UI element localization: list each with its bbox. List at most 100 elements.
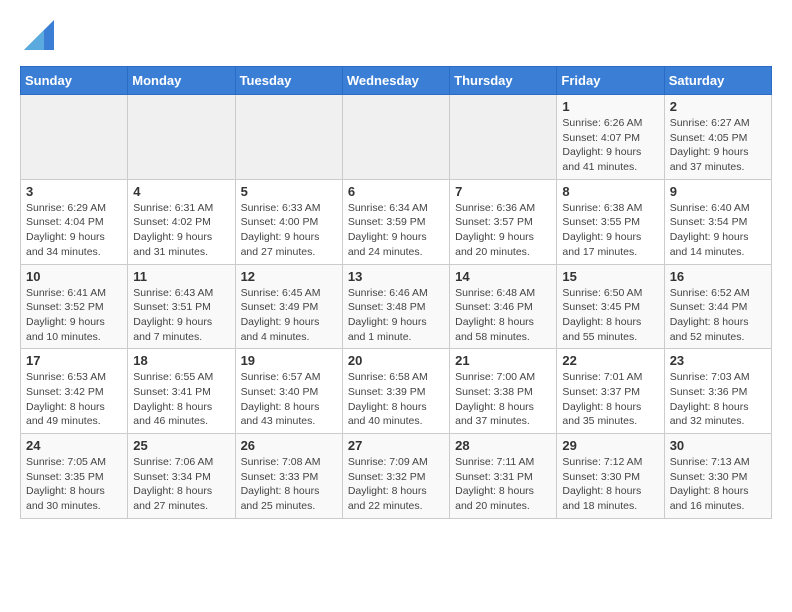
day-info: Sunrise: 6:41 AM Sunset: 3:52 PM Dayligh… (26, 286, 122, 345)
day-info: Sunrise: 7:03 AM Sunset: 3:36 PM Dayligh… (670, 370, 766, 429)
day-number: 3 (26, 184, 122, 199)
calendar-cell: 11 Sunrise: 6:43 AM Sunset: 3:51 PM Dayli… (128, 264, 235, 349)
day-number: 19 (241, 353, 337, 368)
calendar-cell: 22 Sunrise: 7:01 AM Sunset: 3:37 PM Dayli… (557, 349, 664, 434)
day-info: Sunrise: 7:11 AM Sunset: 3:31 PM Dayligh… (455, 455, 551, 514)
day-info: Sunrise: 7:08 AM Sunset: 3:33 PM Dayligh… (241, 455, 337, 514)
day-number: 15 (562, 269, 658, 284)
day-number: 29 (562, 438, 658, 453)
day-number: 21 (455, 353, 551, 368)
day-number: 4 (133, 184, 229, 199)
calendar-cell: 4 Sunrise: 6:31 AM Sunset: 4:02 PM Daylig… (128, 179, 235, 264)
day-number: 27 (348, 438, 444, 453)
calendar-cell: 24Sunrise: 7:05 AM Sunset: 3:35 PM Dayli… (21, 434, 128, 519)
day-number: 11 (133, 269, 229, 284)
day-info: Sunrise: 6:36 AM Sunset: 3:57 PM Dayligh… (455, 201, 551, 260)
day-header-wednesday: Wednesday (342, 67, 449, 95)
calendar-cell: 8 Sunrise: 6:38 AM Sunset: 3:55 PM Daylig… (557, 179, 664, 264)
calendar-cell (128, 95, 235, 180)
day-number: 30 (670, 438, 766, 453)
calendar-header: SundayMondayTuesdayWednesdayThursdayFrid… (21, 67, 772, 95)
day-number: 26 (241, 438, 337, 453)
calendar-cell: 2Sunrise: 6:27 AM Sunset: 4:05 PM Daylig… (664, 95, 771, 180)
calendar-cell: 30 Sunrise: 7:13 AM Sunset: 3:30 PM Dayli… (664, 434, 771, 519)
day-number: 22 (562, 353, 658, 368)
calendar-cell: 10Sunrise: 6:41 AM Sunset: 3:52 PM Dayli… (21, 264, 128, 349)
day-header-saturday: Saturday (664, 67, 771, 95)
logo (20, 20, 54, 50)
page-header (20, 20, 772, 50)
day-number: 2 (670, 99, 766, 114)
calendar-cell: 25 Sunrise: 7:06 AM Sunset: 3:34 PM Dayli… (128, 434, 235, 519)
day-number: 23 (670, 353, 766, 368)
day-info: Sunrise: 6:58 AM Sunset: 3:39 PM Dayligh… (348, 370, 444, 429)
calendar-cell: 12 Sunrise: 6:45 AM Sunset: 3:49 PM Dayli… (235, 264, 342, 349)
day-number: 9 (670, 184, 766, 199)
calendar-cell: 7 Sunrise: 6:36 AM Sunset: 3:57 PM Daylig… (450, 179, 557, 264)
day-info: Sunrise: 6:38 AM Sunset: 3:55 PM Dayligh… (562, 201, 658, 260)
day-info: Sunrise: 6:57 AM Sunset: 3:40 PM Dayligh… (241, 370, 337, 429)
calendar-table: SundayMondayTuesdayWednesdayThursdayFrid… (20, 66, 772, 519)
day-info: Sunrise: 6:53 AM Sunset: 3:42 PM Dayligh… (26, 370, 122, 429)
calendar-cell: 9 Sunrise: 6:40 AM Sunset: 3:54 PM Daylig… (664, 179, 771, 264)
calendar-cell: 27 Sunrise: 7:09 AM Sunset: 3:32 PM Dayli… (342, 434, 449, 519)
day-number: 8 (562, 184, 658, 199)
calendar-cell: 1 Sunrise: 6:26 AM Sunset: 4:07 PM Daylig… (557, 95, 664, 180)
day-header-friday: Friday (557, 67, 664, 95)
day-number: 25 (133, 438, 229, 453)
day-info: Sunrise: 6:40 AM Sunset: 3:54 PM Dayligh… (670, 201, 766, 260)
calendar-cell: 26 Sunrise: 7:08 AM Sunset: 3:33 PM Dayli… (235, 434, 342, 519)
day-info: Sunrise: 7:01 AM Sunset: 3:37 PM Dayligh… (562, 370, 658, 429)
calendar-week-1: 1 Sunrise: 6:26 AM Sunset: 4:07 PM Daylig… (21, 95, 772, 180)
day-number: 14 (455, 269, 551, 284)
calendar-week-4: 17 Sunrise: 6:53 AM Sunset: 3:42 PM Dayli… (21, 349, 772, 434)
day-info: Sunrise: 7:05 AM Sunset: 3:35 PM Dayligh… (26, 455, 122, 514)
day-number: 12 (241, 269, 337, 284)
day-number: 18 (133, 353, 229, 368)
calendar-cell: 29 Sunrise: 7:12 AM Sunset: 3:30 PM Dayli… (557, 434, 664, 519)
day-header-monday: Monday (128, 67, 235, 95)
day-header-thursday: Thursday (450, 67, 557, 95)
day-info: Sunrise: 6:48 AM Sunset: 3:46 PM Dayligh… (455, 286, 551, 345)
calendar-cell: 13Sunrise: 6:46 AM Sunset: 3:48 PM Dayli… (342, 264, 449, 349)
calendar-cell: 28 Sunrise: 7:11 AM Sunset: 3:31 PM Dayli… (450, 434, 557, 519)
calendar-cell (342, 95, 449, 180)
calendar-week-3: 10Sunrise: 6:41 AM Sunset: 3:52 PM Dayli… (21, 264, 772, 349)
calendar-cell: 16 Sunrise: 6:52 AM Sunset: 3:44 PM Dayli… (664, 264, 771, 349)
day-info: Sunrise: 6:52 AM Sunset: 3:44 PM Dayligh… (670, 286, 766, 345)
day-number: 20 (348, 353, 444, 368)
day-info: Sunrise: 7:12 AM Sunset: 3:30 PM Dayligh… (562, 455, 658, 514)
day-info: Sunrise: 6:33 AM Sunset: 4:00 PM Dayligh… (241, 201, 337, 260)
day-info: Sunrise: 6:29 AM Sunset: 4:04 PM Dayligh… (26, 201, 122, 260)
day-info: Sunrise: 6:31 AM Sunset: 4:02 PM Dayligh… (133, 201, 229, 260)
day-info: Sunrise: 6:50 AM Sunset: 3:45 PM Dayligh… (562, 286, 658, 345)
calendar-cell: 23 Sunrise: 7:03 AM Sunset: 3:36 PM Dayli… (664, 349, 771, 434)
logo-icon (24, 20, 54, 50)
calendar-cell: 19 Sunrise: 6:57 AM Sunset: 3:40 PM Dayli… (235, 349, 342, 434)
day-number: 6 (348, 184, 444, 199)
day-info: Sunrise: 7:13 AM Sunset: 3:30 PM Dayligh… (670, 455, 766, 514)
day-info: Sunrise: 7:09 AM Sunset: 3:32 PM Dayligh… (348, 455, 444, 514)
day-number: 7 (455, 184, 551, 199)
day-number: 5 (241, 184, 337, 199)
day-number: 17 (26, 353, 122, 368)
calendar-cell: 3 Sunrise: 6:29 AM Sunset: 4:04 PM Daylig… (21, 179, 128, 264)
day-header-sunday: Sunday (21, 67, 128, 95)
day-info: Sunrise: 6:46 AM Sunset: 3:48 PM Dayligh… (348, 286, 444, 345)
day-info: Sunrise: 6:45 AM Sunset: 3:49 PM Dayligh… (241, 286, 337, 345)
day-info: Sunrise: 7:06 AM Sunset: 3:34 PM Dayligh… (133, 455, 229, 514)
day-info: Sunrise: 7:00 AM Sunset: 3:38 PM Dayligh… (455, 370, 551, 429)
calendar-week-5: 24Sunrise: 7:05 AM Sunset: 3:35 PM Dayli… (21, 434, 772, 519)
day-info: Sunrise: 6:43 AM Sunset: 3:51 PM Dayligh… (133, 286, 229, 345)
calendar-cell (450, 95, 557, 180)
day-number: 1 (562, 99, 658, 114)
day-header-tuesday: Tuesday (235, 67, 342, 95)
calendar-cell: 15 Sunrise: 6:50 AM Sunset: 3:45 PM Dayli… (557, 264, 664, 349)
day-number: 16 (670, 269, 766, 284)
day-info: Sunrise: 6:26 AM Sunset: 4:07 PM Dayligh… (562, 116, 658, 175)
day-number: 28 (455, 438, 551, 453)
day-info: Sunrise: 6:55 AM Sunset: 3:41 PM Dayligh… (133, 370, 229, 429)
calendar-week-2: 3 Sunrise: 6:29 AM Sunset: 4:04 PM Daylig… (21, 179, 772, 264)
calendar-cell: 5 Sunrise: 6:33 AM Sunset: 4:00 PM Daylig… (235, 179, 342, 264)
calendar-cell: 17 Sunrise: 6:53 AM Sunset: 3:42 PM Dayli… (21, 349, 128, 434)
